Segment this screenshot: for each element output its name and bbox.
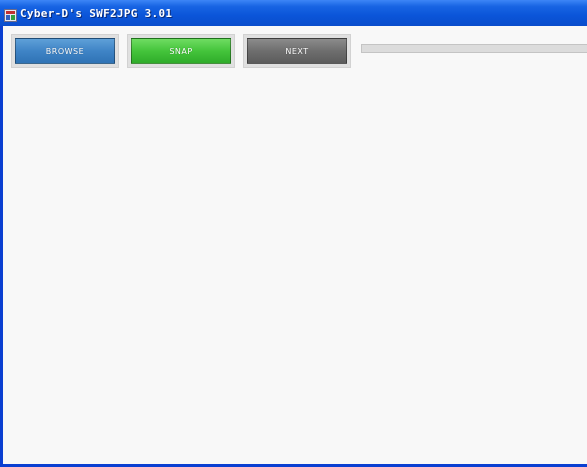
snap-button[interactable]: SNAP — [131, 38, 231, 64]
progress-bar — [361, 44, 587, 53]
browse-button[interactable]: BROWSE — [15, 38, 115, 64]
snap-button-frame: SNAP — [127, 34, 235, 68]
next-button[interactable]: NEXT — [247, 38, 347, 64]
next-button-frame: NEXT — [243, 34, 351, 68]
toolbar: BROWSE SNAP NEXT — [11, 34, 359, 68]
app-window: Cyber-D's SWF2JPG 3.01 BROWSE SNAP NEXT — [0, 0, 587, 467]
title-bar[interactable]: Cyber-D's SWF2JPG 3.01 — [0, 0, 587, 26]
app-icon[interactable] — [4, 7, 17, 22]
browse-button-frame: BROWSE — [11, 34, 119, 68]
window-title: Cyber-D's SWF2JPG 3.01 — [20, 6, 173, 20]
